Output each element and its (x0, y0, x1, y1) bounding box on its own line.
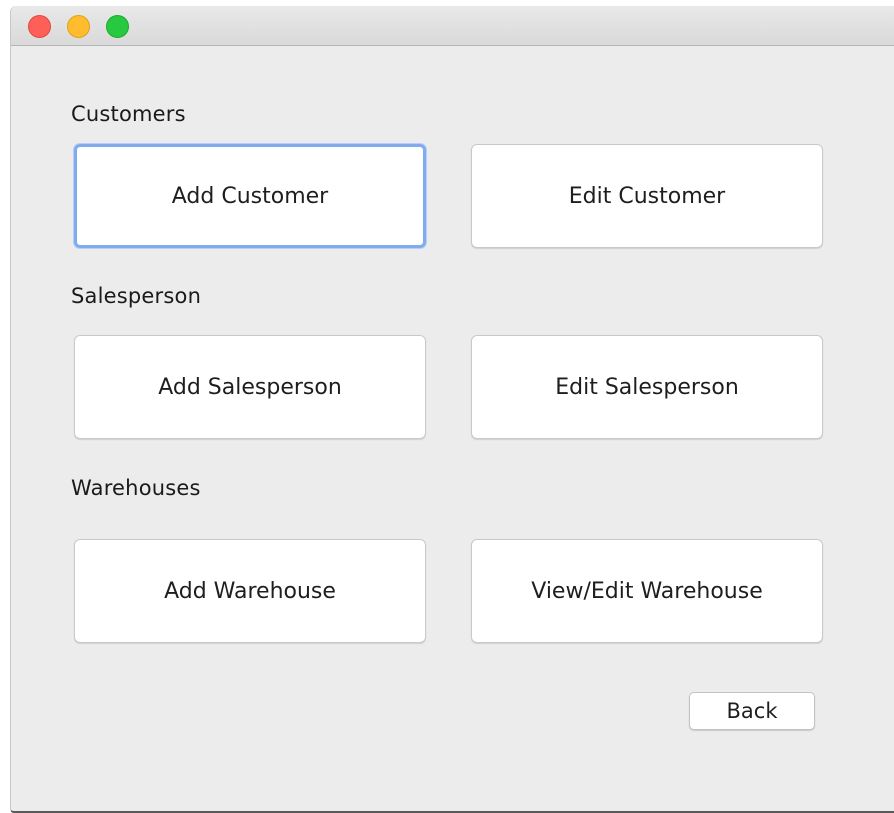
add-customer-button[interactable]: Add Customer (74, 144, 426, 248)
view-edit-warehouse-button[interactable]: View/Edit Warehouse (471, 539, 823, 643)
minimize-window-icon[interactable] (67, 15, 90, 38)
salesperson-section-label: Salesperson (71, 284, 202, 308)
close-window-icon[interactable] (28, 15, 51, 38)
warehouses-section-label: Warehouses (71, 476, 201, 500)
customers-section-label: Customers (71, 102, 186, 126)
app-window: Customers Add Customer Edit Customer Sal… (10, 6, 894, 813)
title-bar[interactable] (11, 6, 894, 46)
back-button[interactable]: Back (689, 692, 815, 730)
add-salesperson-button[interactable]: Add Salesperson (74, 335, 426, 439)
zoom-window-icon[interactable] (106, 15, 129, 38)
edit-customer-button[interactable]: Edit Customer (471, 144, 823, 248)
add-warehouse-button[interactable]: Add Warehouse (74, 539, 426, 643)
edit-salesperson-button[interactable]: Edit Salesperson (471, 335, 823, 439)
